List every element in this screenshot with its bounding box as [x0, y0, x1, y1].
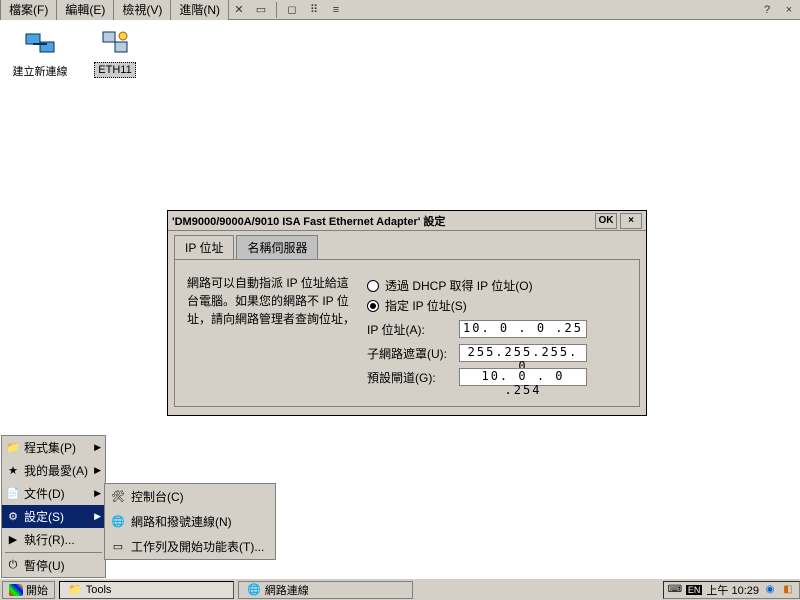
desktop-icon-eth11[interactable]: ETH11	[80, 24, 150, 78]
clock[interactable]: 上午 10:29	[706, 582, 759, 598]
radio-specify-ip[interactable]: 指定 IP 位址(S)	[367, 297, 627, 314]
top-menubar: 檔案(F) 編輯(E) 檢視(V) 進階(N) ✕ ▭ ◻ ⠿ ≡ ? ×	[0, 0, 800, 20]
tray-icon-2[interactable]: ◧	[781, 583, 795, 597]
input-ip-address[interactable]: 10. 0 . 0 .25	[459, 320, 587, 338]
dialog-title: 'DM9000/9000A/9010 ISA Fast Ethernet Ada…	[172, 213, 592, 229]
start-item-programs[interactable]: 📁 程式集(P) ▶	[2, 436, 105, 459]
chevron-right-icon: ▶	[94, 488, 101, 499]
start-item-documents[interactable]: 📄 文件(D) ▶	[2, 482, 105, 505]
new-connection-icon	[24, 28, 56, 60]
taskbar-item-tools[interactable]: 📁 Tools	[59, 581, 234, 599]
tab-ip-address[interactable]: IP 位址	[174, 235, 234, 259]
settings-submenu: 🛠 控制台(C) 🌐 網路和撥號連線(N) ▭ 工作列及開始功能表(T)...	[104, 483, 276, 560]
start-item-settings[interactable]: ⚙ 設定(S) ▶	[2, 505, 105, 528]
close-button[interactable]: ×	[781, 2, 797, 18]
dialog-titlebar[interactable]: 'DM9000/9000A/9010 ISA Fast Ethernet Ada…	[168, 211, 646, 231]
tray-icon-1[interactable]: ◉	[763, 583, 777, 597]
label-default-gateway: 預設閘道(G):	[367, 369, 459, 386]
menu-advanced[interactable]: 進階(N)	[170, 0, 229, 21]
globe-icon: 🌐	[111, 515, 125, 529]
radio-on-icon	[367, 300, 379, 312]
submenu-control-panel[interactable]: 🛠 控制台(C)	[105, 484, 275, 509]
menu-divider	[5, 552, 102, 553]
desktop-icon-label: ETH11	[94, 62, 135, 78]
start-item-suspend[interactable]: ⏻ 暫停(U)	[2, 554, 105, 577]
run-icon: ▶	[6, 533, 20, 547]
radio-dhcp[interactable]: 透過 DHCP 取得 IP 位址(O)	[367, 277, 627, 294]
tab-body: 網路可以自動指派 IP 位址給這台電腦。如果您的網路不 IP 位址，請向網路管理…	[174, 259, 640, 407]
globe-icon: 🌐	[247, 583, 261, 596]
power-icon: ⏻	[6, 559, 20, 573]
start-button[interactable]: 開始	[2, 581, 55, 599]
gear-icon: ⚙	[6, 510, 20, 524]
folder-icon: 📁	[68, 583, 82, 596]
radio-label: 透過 DHCP 取得 IP 位址(O)	[385, 277, 533, 294]
submenu-network[interactable]: 🌐 網路和撥號連線(N)	[105, 509, 275, 534]
separator	[276, 2, 277, 18]
windows-logo-icon	[9, 584, 23, 596]
start-item-favorites[interactable]: ★ 我的最愛(A) ▶	[2, 459, 105, 482]
submenu-taskbar[interactable]: ▭ 工作列及開始功能表(T)...	[105, 534, 275, 559]
menu-file[interactable]: 檔案(F)	[0, 0, 57, 21]
toolbar-properties-icon[interactable]: ▭	[253, 2, 269, 18]
label-ip: IP 位址(A):	[367, 321, 459, 338]
ok-button[interactable]: OK	[595, 213, 617, 229]
start-menu: 📁 程式集(P) ▶ ★ 我的最愛(A) ▶ 📄 文件(D) ▶ ⚙ 設定(S)…	[1, 435, 106, 578]
input-subnet-mask[interactable]: 255.255.255. 0	[459, 344, 587, 362]
tab-strip: IP 位址 名稱伺服器	[168, 231, 646, 259]
toolbar-delete-icon[interactable]: ✕	[231, 2, 247, 18]
document-icon: 📄	[6, 487, 20, 501]
taskbar-icon: ▭	[111, 540, 125, 554]
desktop-icon-new-connection[interactable]: 建立新連線	[5, 24, 75, 80]
radio-off-icon	[367, 280, 379, 292]
input-language-indicator[interactable]: EN	[686, 585, 703, 595]
chevron-right-icon: ▶	[94, 442, 101, 453]
taskbar-item-network[interactable]: 🌐 網路連線	[238, 581, 413, 599]
label-subnet-mask: 子網路遮罩(U):	[367, 345, 459, 362]
toolbar-view-large-icon[interactable]: ◻	[284, 2, 300, 18]
network-adapter-icon	[99, 28, 131, 60]
input-default-gateway[interactable]: 10. 0 . 0 .254	[459, 368, 587, 386]
control-panel-icon: 🛠	[111, 490, 125, 504]
start-item-run[interactable]: ▶ 執行(R)...	[2, 528, 105, 551]
taskbar: 開始 📁 Tools 🌐 網路連線 ⌨ EN 上午 10:29 ◉ ◧	[0, 578, 800, 600]
toolbar-view-small-icon[interactable]: ⠿	[306, 2, 322, 18]
desktop-icon-label: 建立新連線	[10, 62, 71, 80]
menu-edit[interactable]: 編輯(E)	[56, 0, 114, 21]
system-tray: ⌨ EN 上午 10:29 ◉ ◧	[663, 581, 800, 599]
programs-icon: 📁	[6, 441, 20, 455]
chevron-right-icon: ▶	[94, 511, 101, 522]
keyboard-icon[interactable]: ⌨	[668, 583, 682, 597]
help-button[interactable]: ?	[759, 2, 775, 18]
star-icon: ★	[6, 464, 20, 478]
chevron-right-icon: ▶	[94, 465, 101, 476]
tab-name-servers[interactable]: 名稱伺服器	[236, 235, 318, 259]
menu-view[interactable]: 檢視(V)	[113, 0, 171, 21]
toolbar-view-list-icon[interactable]: ≡	[328, 2, 344, 18]
close-icon[interactable]: ×	[620, 213, 642, 229]
adapter-settings-dialog: 'DM9000/9000A/9010 ISA Fast Ethernet Ada…	[167, 210, 647, 416]
dialog-info-text: 網路可以自動指派 IP 位址給這台電腦。如果您的網路不 IP 位址，請向網路管理…	[187, 274, 367, 392]
radio-label: 指定 IP 位址(S)	[385, 297, 467, 314]
